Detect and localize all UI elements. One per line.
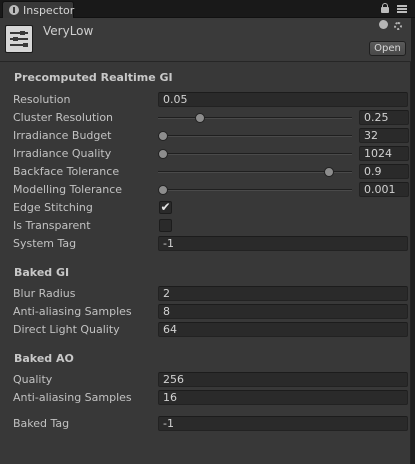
tab-bar: Inspector <box>0 0 415 18</box>
irradiance-budget-slider-thumb[interactable] <box>158 131 168 141</box>
blur-radius-label: Blur Radius <box>13 287 76 300</box>
irradiance-budget-label: Irradiance Budget <box>13 129 112 142</box>
row-backface-tolerance: Backface Tolerance 0.9 <box>0 164 411 182</box>
ao-quality-field[interactable]: 256 <box>158 372 408 387</box>
gear-icon[interactable] <box>394 22 402 30</box>
modelling-tolerance-field[interactable]: 0.001 <box>359 182 409 197</box>
row-edge-stitching: Edge Stitching ✔ <box>0 200 411 218</box>
asset-name: VeryLow <box>43 24 94 38</box>
row-cluster-resolution: Cluster Resolution 0.25 <box>0 110 411 128</box>
row-is-transparent: Is Transparent <box>0 218 411 236</box>
lightmap-parameters-icon <box>5 25 33 53</box>
gi-antialiasing-samples-label: Anti-aliasing Samples <box>13 305 132 318</box>
row-irradiance-quality: Irradiance Quality 1024 <box>0 146 411 164</box>
cluster-resolution-field[interactable]: 0.25 <box>359 110 409 125</box>
section-title-baked-gi: Baked GI <box>14 266 70 279</box>
section-title-precomputed: Precomputed Realtime GI <box>14 71 173 84</box>
ao-quality-label: Quality <box>13 373 53 386</box>
cluster-resolution-label: Cluster Resolution <box>13 111 114 124</box>
is-transparent-label: Is Transparent <box>13 219 91 232</box>
backface-tolerance-field[interactable]: 0.9 <box>359 164 409 179</box>
modelling-tolerance-slider-thumb[interactable] <box>158 185 168 195</box>
row-system-tag: System Tag -1 <box>0 236 411 254</box>
backface-tolerance-slider-track[interactable] <box>158 171 352 173</box>
row-irradiance-budget: Irradiance Budget 32 <box>0 128 411 146</box>
system-tag-label: System Tag <box>13 237 77 250</box>
irradiance-budget-slider-track[interactable] <box>158 135 352 137</box>
modelling-tolerance-label: Modelling Tolerance <box>13 183 123 196</box>
asset-header: VeryLow Open <box>0 18 411 62</box>
info-icon <box>9 5 19 15</box>
system-tag-field[interactable]: -1 <box>158 236 408 251</box>
backface-tolerance-slider-thumb[interactable] <box>323 167 334 177</box>
direct-light-quality-field[interactable]: 64 <box>158 322 408 337</box>
cluster-resolution-slider-track[interactable] <box>158 117 352 119</box>
tab-label: Inspector <box>23 4 75 17</box>
help-icon[interactable] <box>379 20 388 29</box>
section-title-baked-ao: Baked AO <box>14 352 74 365</box>
row-baked-tag: Baked Tag -1 <box>0 416 411 434</box>
row-direct-light-quality: Direct Light Quality 64 <box>0 322 411 340</box>
tab-inspector[interactable]: Inspector <box>2 1 74 18</box>
edge-stitching-label: Edge Stitching <box>13 201 93 214</box>
edge-stitching-checkbox[interactable]: ✔ <box>159 201 172 214</box>
is-transparent-checkbox[interactable] <box>159 219 172 232</box>
ao-antialiasing-samples-field[interactable]: 16 <box>158 390 408 405</box>
irradiance-budget-field[interactable]: 32 <box>359 128 409 143</box>
irradiance-quality-field[interactable]: 1024 <box>359 146 409 161</box>
irradiance-quality-slider-thumb[interactable] <box>158 149 168 159</box>
resolution-label: Resolution <box>13 93 71 106</box>
irradiance-quality-slider-track[interactable] <box>158 153 352 155</box>
irradiance-quality-label: Irradiance Quality <box>13 147 112 160</box>
row-gi-antialiasing-samples: Anti-aliasing Samples 8 <box>0 304 411 322</box>
lock-icon[interactable] <box>381 3 389 13</box>
cluster-resolution-slider-thumb[interactable] <box>194 113 205 123</box>
modelling-tolerance-slider-track[interactable] <box>158 189 352 191</box>
blur-radius-field[interactable]: 2 <box>158 286 408 301</box>
open-button[interactable]: Open <box>369 41 406 56</box>
direct-light-quality-label: Direct Light Quality <box>13 323 120 336</box>
baked-tag-label: Baked Tag <box>13 417 70 430</box>
row-ao-quality: Quality 256 <box>0 372 411 390</box>
row-resolution: Resolution 0.05 <box>0 92 411 110</box>
baked-tag-field[interactable]: -1 <box>158 416 408 431</box>
inspector-panel: VeryLow Open Precomputed Realtime GI Res… <box>0 18 411 464</box>
row-blur-radius: Blur Radius 2 <box>0 286 411 304</box>
row-modelling-tolerance: Modelling Tolerance 0.001 <box>0 182 411 200</box>
resolution-field[interactable]: 0.05 <box>158 92 408 107</box>
menu-icon[interactable] <box>397 5 407 13</box>
gi-antialiasing-samples-field[interactable]: 8 <box>158 304 408 319</box>
backface-tolerance-label: Backface Tolerance <box>13 165 120 178</box>
row-ao-antialiasing-samples: Anti-aliasing Samples 16 <box>0 390 411 408</box>
ao-antialiasing-samples-label: Anti-aliasing Samples <box>13 391 132 404</box>
